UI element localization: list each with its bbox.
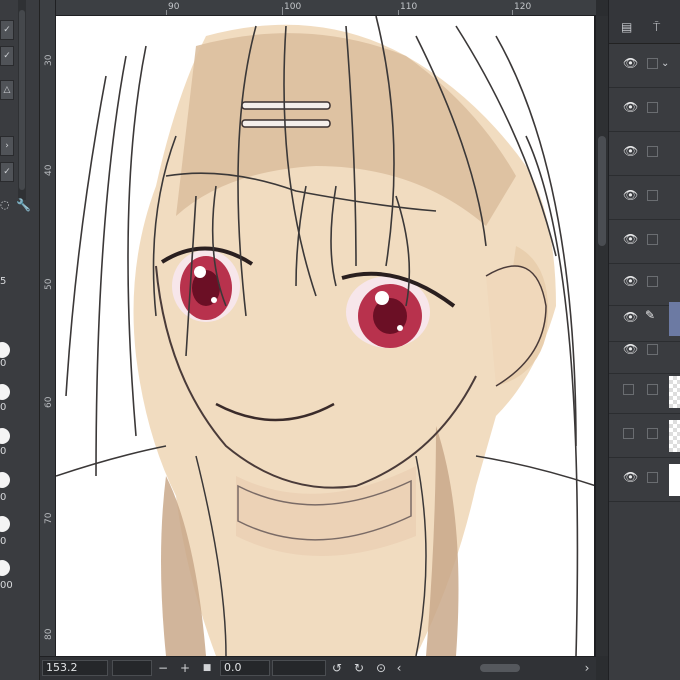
layer-thumbnail [669,376,680,408]
vertical-ruler: 30 40 50 60 70 80 [40,0,56,656]
layer-panel: ▤ ⍑ ⌄ 👁 👁 👁 👁 👁 👁 👁 ✎ 👁 👁 [608,0,680,680]
layer-lock-checkbox[interactable] [647,428,658,439]
tool-option-chevron-3[interactable]: ✓ [0,162,14,182]
brush-size-preset[interactable] [0,472,10,488]
layer-thumbnail [669,464,680,496]
layer-row[interactable] [609,370,680,414]
wrench-icon[interactable]: 🔧 [16,198,32,218]
ruler-label: 60 [44,396,54,408]
chevron-down-icon: ✓ [3,167,11,177]
brush-size-preset[interactable] [0,384,10,400]
rotation-value-field[interactable]: 0.0 [220,660,270,676]
zoom-in-button[interactable]: + [178,660,192,676]
tool-property-panel: ✓ ✓ △ › ✓ ◌ 🔧 5 0 0 0 0 0 00 [0,0,40,680]
layer-row[interactable] [609,414,680,458]
brush-size-label: 0 [0,446,7,457]
ruler-label: 110 [400,2,418,12]
zoom-value-field[interactable]: 153.2 [42,660,108,676]
layer-row[interactable]: 👁 [609,220,680,264]
fit-button[interactable]: ■ [200,660,214,676]
drawing-canvas[interactable] [56,16,596,656]
eye-icon[interactable]: 👁 [623,471,639,483]
brush-size-label: 0 [0,402,7,413]
zoom-out-button[interactable]: − [156,660,170,676]
layer-row[interactable]: 👁 [609,132,680,176]
eye-icon[interactable]: 👁 [623,311,639,323]
brush-size-preset[interactable] [0,560,10,576]
layer-thumbnail [669,420,680,452]
eye-icon[interactable]: 👁 [623,275,639,287]
tool-option-chevron-1[interactable]: ✓ [0,20,14,40]
tool-panel-scrollbar[interactable] [18,0,26,200]
layer-lock-checkbox[interactable] [647,102,658,113]
brush-size-value: 5 [0,276,7,287]
eye-icon[interactable]: 👁 [623,145,639,157]
chevron-down-icon: ✓ [3,51,11,61]
anime-girl-illustration [56,16,594,656]
layer-lock-checkbox[interactable] [647,344,658,355]
layer-menu-icon[interactable]: ▤ [621,20,637,36]
layer-lock-checkbox[interactable] [647,146,658,157]
tool-option-arrow[interactable]: › [0,136,14,156]
layer-visibility-checkbox[interactable] [623,384,634,395]
rotate-left-icon[interactable]: ↺ [330,660,344,676]
layer-visibility-checkbox[interactable] [623,428,634,439]
ruler-label: 40 [44,164,54,176]
scroll-right-icon[interactable]: › [580,660,594,676]
horizontal-scrollbar-thumb[interactable] [480,664,520,672]
ruler-label: 80 [44,628,54,640]
eye-icon[interactable]: 👁 [623,233,639,245]
chevron-down-icon: ✓ [3,25,11,35]
canvas-status-bar: 153.2 − + ■ 0.0 ↺ ↻ ⊙ ‹ › [40,656,596,680]
eye-icon[interactable]: 👁 [623,189,639,201]
ruler-label: 120 [514,2,532,12]
reset-rotation-icon[interactable]: ⊙ [374,660,388,676]
tool-option-chevron-2[interactable]: ✓ [0,46,14,66]
ruler-label: 50 [44,278,54,290]
layer-lock-checkbox[interactable] [647,276,658,287]
layer-lock-checkbox[interactable] [647,234,658,245]
scroll-left-icon[interactable]: ‹ [392,660,406,676]
layer-row[interactable]: 👁 [609,458,680,502]
brush-size-label: 0 [0,536,7,547]
circle-tool-icon[interactable]: ◌ [0,198,14,218]
brush-size-label: 0 [0,492,7,503]
ruler-label: 30 [44,54,54,66]
layer-row[interactable]: 👁 [609,176,680,220]
rotate-right-icon[interactable]: ↻ [352,660,366,676]
layer-tree-icon[interactable]: ⍑ [653,20,669,36]
scrollbar-thumb[interactable] [598,136,606,246]
layer-lock-checkbox[interactable] [647,472,658,483]
tool-option-triangle[interactable]: △ [0,80,14,100]
triangle-icon: △ [3,85,11,95]
horizontal-ruler: 90 100 110 120 [56,0,596,16]
eye-icon[interactable]: 👁 [623,343,639,355]
ruler-label: 90 [168,2,180,12]
zoom-slider[interactable] [112,660,152,676]
brush-size-preset[interactable] [0,342,10,358]
layer-row[interactable]: 👁 [609,88,680,132]
brush-size-label: 00 [0,580,13,591]
brush-size-preset[interactable] [0,428,10,444]
layer-panel-toolbar: ▤ ⍑ [609,0,680,44]
layer-lock-checkbox[interactable] [647,190,658,201]
layer-row[interactable]: 👁 [609,330,680,374]
canvas-vertical-scrollbar[interactable] [596,16,608,656]
eye-icon[interactable]: 👁 [623,101,639,113]
rotation-slider[interactable] [272,660,326,676]
eye-icon[interactable]: 👁 [623,57,639,69]
ruler-label: 70 [44,512,54,524]
pen-icon: ✎ [645,308,656,322]
chevron-right-icon: › [5,141,9,151]
layer-lock-checkbox[interactable] [647,58,658,69]
ruler-label: 100 [284,2,302,12]
layer-lock-checkbox[interactable] [647,384,658,395]
paint-app-window: ✓ ✓ △ › ✓ ◌ 🔧 5 0 0 0 0 0 00 30 40 50 60… [0,0,680,680]
brush-size-label: 0 [0,358,7,369]
layer-row[interactable]: 👁 [609,44,680,88]
brush-size-preset[interactable] [0,516,10,532]
